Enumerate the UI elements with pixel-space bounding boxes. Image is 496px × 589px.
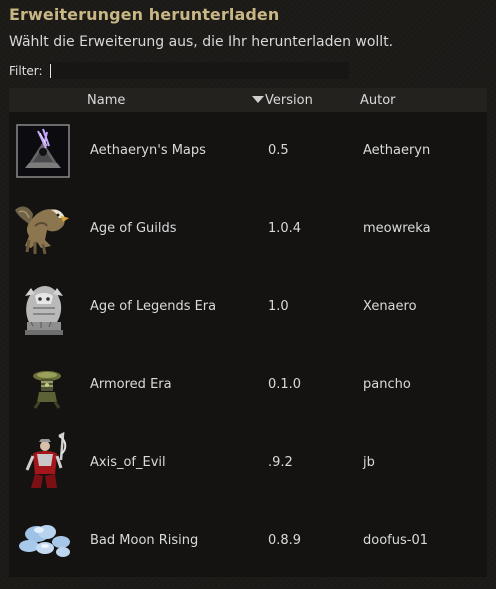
- statue-icon: [11, 274, 77, 340]
- table-header: Name Version Autor: [9, 88, 487, 112]
- addon-author: Aethaeryn: [363, 143, 431, 158]
- addon-name: Armored Era: [90, 377, 172, 392]
- addon-author: meowreka: [363, 221, 431, 236]
- table-row[interactable]: Bad Moon Rising 0.8.9 doofus-01: [9, 502, 487, 580]
- addon-version: 1.0.4: [268, 221, 302, 236]
- column-header-name[interactable]: Name: [87, 93, 125, 108]
- dialog-title: Erweiterungen herunterladen: [9, 5, 280, 24]
- column-header-version[interactable]: Version: [252, 93, 313, 108]
- addon-version: 0.1.0: [268, 377, 302, 392]
- column-header-author[interactable]: Autor: [360, 93, 396, 108]
- addon-name: Axis_of_Evil: [90, 455, 166, 470]
- warrior-icon: [11, 430, 77, 496]
- addon-version: 0.8.9: [268, 533, 302, 548]
- addon-author: jb: [363, 455, 375, 470]
- cloud-icon: [11, 508, 77, 574]
- addon-name: Age of Legends Era: [90, 299, 217, 314]
- gryphon-icon: [11, 196, 77, 262]
- sort-descending-icon: [252, 96, 264, 103]
- addon-author: pancho: [363, 377, 411, 392]
- table-row[interactable]: Armored Era 0.1.0 pancho: [9, 346, 487, 424]
- addon-version: 0.5: [268, 143, 289, 158]
- filter-row: Filter:: [9, 62, 349, 80]
- addon-author: Xenaero: [363, 299, 417, 314]
- table-row[interactable]: Age of Legends Era 1.0 Xenaero: [9, 268, 487, 346]
- armor-unit-icon: [11, 352, 77, 418]
- addon-version: .9.2: [268, 455, 293, 470]
- portal-icon: [11, 118, 77, 184]
- addon-author: doofus-01: [363, 533, 428, 548]
- table-row[interactable]: Age of Guilds 1.0.4 meowreka: [9, 190, 487, 268]
- addon-name: Age of Guilds: [90, 221, 177, 236]
- table-row[interactable]: Aethaeryn's Maps 0.5 Aethaeryn: [9, 112, 487, 190]
- filter-label: Filter:: [9, 64, 43, 78]
- addon-name: Bad Moon Rising: [90, 533, 199, 548]
- addon-name: Aethaeryn's Maps: [90, 143, 206, 158]
- filter-input[interactable]: [49, 62, 349, 79]
- addon-list: Name Version Autor Aethaeryn's Maps 0.5 …: [9, 88, 487, 577]
- text-caret: [50, 64, 51, 78]
- dialog-subtitle: Wählt die Erweiterung aus, die Ihr herun…: [9, 34, 394, 50]
- table-row[interactable]: Axis_of_Evil .9.2 jb: [9, 424, 487, 502]
- column-header-version-label: Version: [265, 93, 313, 108]
- addon-version: 1.0: [268, 299, 289, 314]
